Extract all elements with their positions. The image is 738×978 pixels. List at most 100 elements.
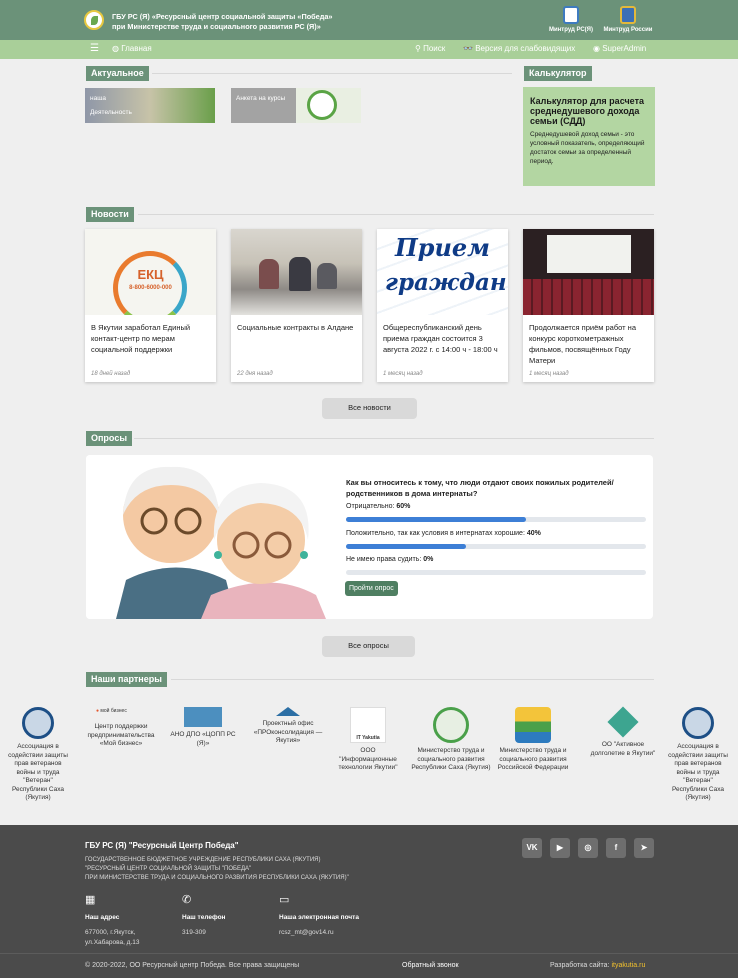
all-news-button[interactable]: Все новости	[322, 398, 417, 419]
nav-search-label: Поиск	[423, 44, 446, 53]
cinema-seats	[523, 279, 654, 315]
news-card[interactable]: Продолжается приём работ на конкурс коро…	[523, 229, 654, 382]
poll-bar	[346, 570, 646, 575]
image-text-line2: граждан	[385, 269, 507, 296]
footer-org-name: ГБУ РС (Я) "Ресурсный Центр Победа"	[85, 841, 239, 850]
news-title: Социальные контракты в Алдане	[237, 323, 354, 332]
all-polls-button[interactable]: Все опросы	[322, 636, 415, 657]
poll-option: Не имею права судить: 0%	[346, 556, 433, 563]
calculator-heading: Калькулятор для расчета среднедушевого д…	[530, 96, 644, 126]
ekc-phone: 8-800-6000-000	[129, 285, 172, 291]
news-card[interactable]: ЕКЦ 8-800-6000-000 В Якутии заработал Ед…	[85, 229, 216, 382]
poll-option-label: Отрицательно:	[346, 503, 395, 510]
email-icon: ▭	[279, 894, 290, 906]
it-yakutia-logo-icon: IT Yakutia	[350, 707, 386, 743]
news-title: В Якутии заработал Единый контакт-центр …	[91, 323, 191, 354]
partner-prokonsolidatsiya[interactable]: Проектный офис «ПРОконсолидация — Якутия…	[250, 707, 326, 746]
facebook-icon[interactable]: f	[606, 838, 626, 858]
news-image: Прием граждан	[377, 229, 508, 315]
partner-veteran-1[interactable]: Ассоциация в содействии защиты прав вете…	[6, 707, 70, 803]
calculator-text: Среднедушевой доход семьи - это условный…	[530, 131, 645, 165]
search-icon: ⚲	[415, 44, 424, 53]
home-icon: ◍	[112, 44, 122, 53]
vk-icon[interactable]: VK	[522, 838, 542, 858]
nav-home[interactable]: ◍ Главная	[112, 44, 152, 53]
ministry-russia-label: Минтруд России	[603, 27, 653, 33]
mintrud-rf-logo-icon	[515, 707, 551, 743]
divider	[138, 214, 654, 215]
partner-moi-biznes[interactable]: ● мой бизнес Центр поддержки предпринима…	[82, 707, 160, 749]
poll-option: Положительно, так как условия в интернат…	[346, 530, 541, 537]
instagram-icon[interactable]: ◎	[578, 838, 598, 858]
news-card[interactable]: Социальные контракты в Алдане 22 дня наз…	[231, 229, 362, 382]
news-card[interactable]: Прием граждан Общереспубликанский день п…	[377, 229, 508, 382]
ministry-rsya-link[interactable]: Минтруд РС(Я)	[541, 6, 601, 33]
calculator-card[interactable]: Калькулятор для расчета среднедушевого д…	[523, 87, 655, 186]
partner-mintrud-rf[interactable]: Министерство труда и социального развити…	[494, 707, 572, 773]
take-poll-button[interactable]: Пройти опрос	[345, 581, 398, 596]
section-title-partners: Наши партнеры	[86, 672, 167, 687]
photo-person	[317, 263, 337, 289]
partner-label: Ассоциация в содействии защиты прав вете…	[668, 743, 728, 801]
news-image	[523, 229, 654, 315]
ministry-rsya-emblem-icon	[563, 6, 579, 24]
veteran-logo-icon	[22, 707, 54, 739]
menu-icon[interactable]: ☰	[90, 43, 99, 54]
main-nav: ☰ ◍ Главная ⚲ Поиск 👓 Версия для слабови…	[0, 40, 738, 59]
news-date: 18 дней назад	[91, 371, 131, 377]
nav-user-label: SuperAdmin	[602, 44, 647, 53]
actual-item-survey[interactable]: Анкета на курсы	[231, 88, 361, 123]
elderly-couple-illustration	[86, 455, 336, 619]
developer-link[interactable]: ityakutia.ru	[611, 962, 645, 969]
footer-email[interactable]: rcsz_mt@gov14.ru	[279, 929, 334, 936]
partner-label: Министерство труда и социального развити…	[411, 747, 491, 771]
divider	[152, 73, 512, 74]
divider	[134, 438, 654, 439]
ministry-russia-link[interactable]: Минтруд России	[598, 6, 658, 33]
moi-biznes-logo-icon: ● мой бизнес	[96, 708, 127, 714]
org-line-2: при Министерстве труда и социального раз…	[112, 22, 321, 31]
telegram-icon[interactable]: ➤	[634, 838, 654, 858]
poll-option-value: 0%	[423, 556, 434, 563]
organization-name[interactable]: ГБУ РС (Я) «Ресурсный центр социальной з…	[112, 12, 412, 32]
section-title-polls: Опросы	[86, 431, 133, 446]
partner-copp[interactable]: АНО ДПО «ЦОПП РС (Я)»	[164, 707, 242, 748]
ekc-ring	[113, 251, 187, 315]
prokons-logo-icon	[276, 707, 300, 716]
actual-item-label: Анкета на курсы	[236, 95, 286, 102]
building-icon: ▦	[85, 894, 96, 906]
youtube-icon[interactable]: ▶	[550, 838, 570, 858]
ministry-rsya-label: Минтруд РС(Я)	[549, 27, 593, 33]
news-title: Продолжается приём работ на конкурс коро…	[529, 323, 636, 365]
callback-link[interactable]: Обратный звонок	[402, 962, 459, 969]
news-image: ЕКЦ 8-800-6000-000	[85, 229, 216, 315]
actual-item-label: наша	[90, 95, 107, 102]
partner-label: Ассоциация в содействии защиты прав вете…	[8, 743, 68, 801]
nav-home-label: Главная	[121, 44, 152, 53]
nav-low-vision[interactable]: 👓 Версия для слабовидящих	[463, 44, 575, 53]
footer-address: 677000, г.Якутск,	[85, 929, 136, 936]
actual-item-activity[interactable]: наша Деятельность	[85, 88, 215, 123]
partner-mintrud-rsya[interactable]: Министерство труда и социального развити…	[411, 707, 491, 773]
site-header: ГБУ РС (Я) «Ресурсный центр социальной з…	[0, 0, 738, 40]
poll-bar	[346, 544, 646, 549]
nav-search[interactable]: ⚲ Поиск	[415, 44, 445, 53]
news-image	[231, 229, 362, 315]
news-date: 22 дня назад	[237, 371, 273, 377]
footer-phone[interactable]: 319-309	[182, 929, 206, 936]
partner-veteran-2[interactable]: Ассоциация в содействии защиты прав вете…	[666, 707, 730, 803]
footer-address: ул.Хабарова, д.13	[85, 939, 140, 946]
partner-active-longevity[interactable]: ОО "Активное долголетие в Якутии"	[585, 706, 661, 758]
partner-it-yakutia[interactable]: IT Yakutia ООО "Информационные технологи…	[331, 707, 405, 773]
footer-phone-label: Наш телефон	[182, 914, 226, 921]
poll-bar-fill	[346, 517, 526, 522]
ekc-text: ЕКЦ	[137, 267, 164, 282]
poll-option: Отрицательно: 60%	[346, 503, 410, 510]
nav-user[interactable]: ◉ SuperAdmin	[593, 44, 646, 53]
news-date: 1 месяц назад	[383, 371, 423, 377]
poll-bar	[346, 517, 646, 522]
photo-person	[259, 259, 279, 289]
footer-org-sub: "РЕСУРСНЫЙ ЦЕНТР СОЦИАЛЬНОЙ ЗАЩИТЫ "ПОБЕ…	[85, 866, 252, 872]
ministry-russia-emblem-icon	[620, 6, 636, 24]
site-logo[interactable]	[84, 10, 104, 30]
